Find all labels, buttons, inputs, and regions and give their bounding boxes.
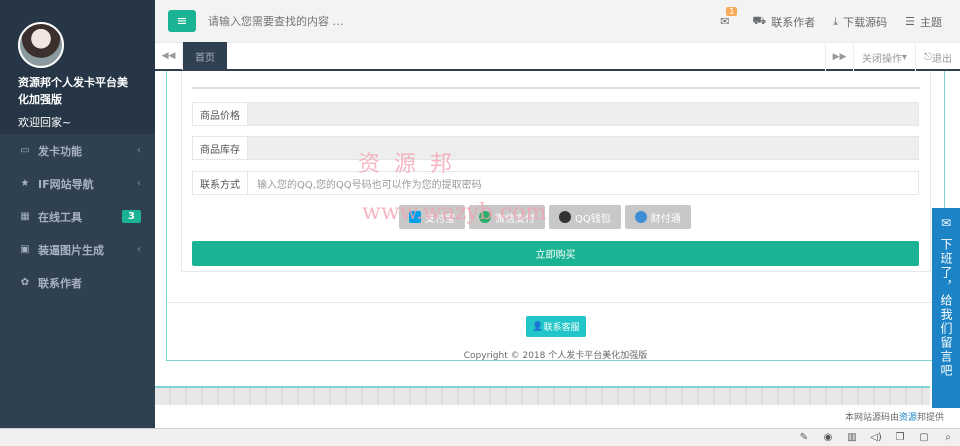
pay-qq-button[interactable]: QQ钱包: [549, 205, 621, 229]
envelope-icon: ✉: [940, 216, 952, 230]
welcome-text: 欢迎回家~: [18, 116, 72, 129]
tab-bar: ◀◀ 首页 ▶▶ 关闭操作 ▾ ⎋ 退出: [155, 42, 960, 71]
chevron-left-icon: ‹: [136, 244, 141, 255]
download-source-label: 下载源码: [843, 15, 888, 29]
tab-home[interactable]: 首页: [183, 42, 227, 70]
search-input[interactable]: [208, 14, 508, 28]
download-icon: ⤓: [833, 14, 839, 28]
tab-bar-actions: ▶▶ 关闭操作 ▾ ⎋ 退出: [825, 43, 960, 71]
logout-button[interactable]: ⎋ 退出: [915, 43, 960, 71]
sidebar-menu: ▭ 发卡功能 ‹ ★ IF网站导航 ‹ ▦ 在线工具 3 ▣ 装逼图片生成 ‹ …: [0, 134, 155, 299]
contact-service-button[interactable]: 👤 联系客服: [526, 316, 586, 337]
logout-label: 退出: [932, 53, 952, 65]
sidebar-item-label: 联系作者: [38, 276, 82, 290]
profile-section: 资源邦个人发卡平台美化加强版 欢迎回家~: [0, 0, 155, 134]
stock-value: [248, 136, 919, 160]
page-footer: 本网站源码由 资源 邦提供: [155, 405, 960, 428]
star-icon: ★: [20, 178, 30, 189]
watermark-url: www.wazyb.com: [362, 200, 547, 225]
user-icon: 👤: [532, 321, 544, 332]
image-icon: ▣: [20, 244, 30, 255]
trash-icon[interactable]: ▥: [840, 429, 864, 446]
cart-icon: ⛟: [752, 14, 767, 27]
decorative-strip: [155, 386, 930, 406]
monitor-icon: ▭: [20, 145, 30, 156]
divider: [192, 87, 920, 89]
hamburger-icon: ≡: [176, 13, 188, 29]
user-name[interactable]: 资源邦个人发卡平台美化加强版: [18, 74, 137, 108]
contact-author-label: 联系作者: [771, 15, 816, 29]
browser-icon[interactable]: ◉: [816, 429, 840, 446]
gear-icon: ✿: [20, 277, 30, 288]
envelope-icon: ✉: [720, 15, 730, 28]
avatar[interactable]: [18, 22, 64, 68]
watermark-logo: 资源邦: [358, 152, 467, 177]
pay-tenpay-button[interactable]: 财付通: [624, 205, 691, 229]
caret-down-icon: ▾: [902, 51, 908, 63]
contact-label: 联系方式: [192, 171, 248, 195]
main-content: 商品价格 商品库存 联系方式 输入您的QQ,您的QQ号码也可以作为您的提取密码 …: [155, 71, 960, 405]
theme-label: 主题: [920, 15, 942, 29]
buy-now-button[interactable]: 立即购买: [192, 241, 919, 266]
menu-toggle-button[interactable]: ≡: [168, 10, 196, 32]
zoom-icon[interactable]: ⌕: [936, 429, 960, 446]
leave-message-label: 下班了，给我们留言吧: [939, 238, 953, 378]
pay-tenpay-label: 财付通: [650, 213, 681, 225]
sidebar-item-card-functions[interactable]: ▭ 发卡功能 ‹: [0, 134, 155, 167]
contact-service-label: 联系客服: [543, 323, 580, 333]
sidebar-item-label: IF网站导航: [38, 177, 94, 191]
tools-count-badge: 3: [122, 210, 141, 223]
sidebar-item-image-generator[interactable]: ▣ 装逼图片生成 ‹: [0, 233, 155, 266]
contact-author-link[interactable]: ⛟ 联系作者: [752, 14, 815, 30]
chevron-left-icon: ‹: [136, 145, 141, 156]
tenpay-icon: [634, 211, 647, 223]
footer-suffix: 邦提供: [916, 413, 944, 423]
backward-icon: ◀◀: [161, 51, 176, 61]
grid-icon: ▦: [20, 211, 30, 222]
close-operations-label: 关闭操作: [862, 53, 903, 65]
restore-icon[interactable]: ▢: [912, 429, 936, 446]
copyright-text: Copyright © 2018 个人发卡平台美化加强版: [463, 351, 648, 361]
notifications-button[interactable]: ✉ 1: [720, 7, 738, 28]
contact-row: 联系方式 输入您的QQ,您的QQ号码也可以作为您的提取密码: [192, 171, 919, 195]
qq-icon: [559, 211, 571, 223]
volume-icon[interactable]: ◁): [864, 429, 888, 446]
sidebar-item-label: 在线工具: [38, 210, 82, 224]
stock-label: 商品库存: [192, 136, 248, 160]
purchase-form-panel: 商品价格 商品库存 联系方式 输入您的QQ,您的QQ号码也可以作为您的提取密码 …: [181, 71, 931, 272]
close-operations-dropdown[interactable]: 关闭操作 ▾: [853, 43, 915, 71]
tab-scroll-left-button[interactable]: ◀◀: [155, 42, 183, 70]
content-frame: 商品价格 商品库存 联系方式 输入您的QQ,您的QQ号码也可以作为您的提取密码 …: [166, 71, 945, 361]
topbar-actions: ✉ 1 ⛟ 联系作者 ⤓ 下载源码 ☰ 主题: [720, 0, 960, 43]
price-row: 商品价格: [192, 102, 919, 126]
forward-icon: ▶▶: [832, 52, 847, 62]
window-icon[interactable]: ❐: [888, 429, 912, 446]
price-value: [248, 102, 919, 126]
download-source-link[interactable]: ⤓ 下载源码: [833, 14, 887, 30]
logout-icon: ⎋: [924, 51, 932, 63]
top-navbar: ≡ ✉ 1 ⛟ 联系作者 ⤓ 下载源码 ☰ 主题: [155, 0, 960, 43]
system-taskbar: ✎ ◉ ▥ ◁) ❐ ▢ ⌕: [0, 428, 960, 446]
theme-link[interactable]: ☰ 主题: [905, 14, 942, 30]
chevron-left-icon: ‹: [136, 178, 141, 189]
sidebar-item-label: 发卡功能: [38, 144, 82, 158]
sidebar-item-site-nav[interactable]: ★ IF网站导航 ‹: [0, 167, 155, 200]
sidebar-item-contact-author[interactable]: ✿ 联系作者: [0, 266, 155, 299]
footer-prefix: 本网站源码由: [844, 413, 899, 423]
contact-input[interactable]: 输入您的QQ,您的QQ号码也可以作为您的提取密码: [248, 171, 919, 195]
sidebar-item-online-tools[interactable]: ▦ 在线工具 3: [0, 200, 155, 233]
sidebar-item-label: 装逼图片生成: [38, 243, 104, 257]
sidebar: 资源邦个人发卡平台美化加强版 欢迎回家~ ▭ 发卡功能 ‹ ★ IF网站导航 ‹…: [0, 0, 155, 428]
tab-scroll-right-button[interactable]: ▶▶: [825, 43, 853, 71]
stock-row: 商品库存: [192, 136, 919, 160]
pay-qq-label: QQ钱包: [575, 213, 611, 225]
footer-source-link[interactable]: 资源: [899, 410, 917, 423]
price-label: 商品价格: [192, 102, 248, 126]
list-icon: ☰: [905, 15, 915, 28]
notification-badge: 1: [726, 7, 738, 16]
divider: [167, 302, 944, 303]
pin-icon[interactable]: ✎: [792, 429, 816, 446]
leave-message-tab[interactable]: ✉ 下班了，给我们留言吧: [932, 208, 960, 408]
